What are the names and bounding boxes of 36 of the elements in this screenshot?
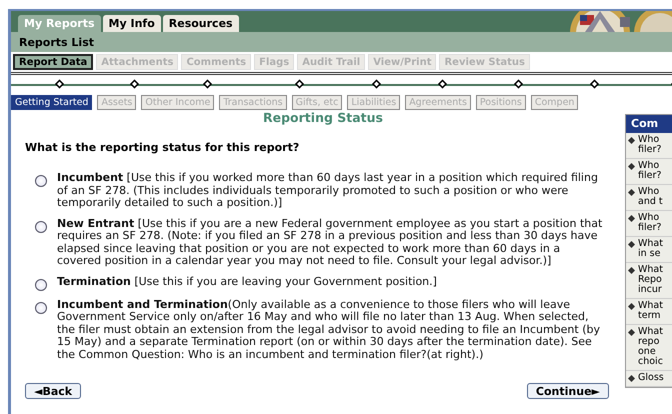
radio-button[interactable] (35, 302, 47, 314)
option-label: Incumbent and Termination(Only available as a convenience to those filers who will leave Government Service only on/after 16 May and who will file no later than 13 Aug. When selected, the filer must obtain an extension from the legal advisor to avoid needing to file an Incumbent (by 15 May) and a separate Termination report (on or within 30 days after the termination date). See the Common Question: Who is an incumbent and termination filer?(at right).) (57, 298, 601, 361)
question-link[interactable]: Who and t (638, 187, 663, 207)
question-link[interactable]: Gloss (638, 373, 664, 383)
option-label: Incumbent [Use this if you worked more than 60 days last year in a position which required filing of an SF 278. (This includes individuals temporarily promoted to such a position or who were temporarily detailed to such a position.)] (57, 172, 599, 210)
diamond-icon (628, 303, 635, 310)
radio-button[interactable] (35, 278, 47, 290)
report-tab[interactable]: Report Data (13, 54, 94, 70)
panel-title: Com (626, 115, 672, 133)
question-text: What is the reporting status for this report? (25, 141, 300, 154)
section-title: Reports List (19, 36, 94, 48)
diamond-icon (628, 329, 635, 336)
question-link[interactable]: Who filer? (638, 213, 662, 233)
radio-button[interactable] (35, 175, 47, 187)
diamond-icon (628, 137, 635, 144)
page-title: Reporting Status (262, 110, 384, 125)
question-link[interactable]: Who filer? (638, 161, 662, 181)
question-link[interactable]: What repo one choic (638, 327, 663, 367)
top-tab[interactable]: My Info (102, 15, 161, 32)
diamond-icon (628, 189, 635, 196)
diamond-icon (628, 267, 635, 274)
diamond-icon (628, 163, 635, 170)
question-link[interactable]: What Repo incur (638, 265, 663, 295)
question-link[interactable]: What term (638, 301, 663, 321)
continue-button[interactable]: Continue► (526, 383, 609, 399)
back-button[interactable]: ◄Back (25, 383, 82, 399)
radio-button[interactable] (35, 220, 47, 232)
step-tab[interactable]: Getting Started (11, 95, 92, 110)
diamond-icon (628, 241, 635, 248)
option-label: Termination [Use this if you are leaving your Government position.] (57, 276, 438, 288)
diamond-icon (628, 375, 635, 382)
question-link[interactable]: Who filer? (638, 135, 662, 155)
question-link[interactable]: What in se (638, 239, 663, 259)
option-label: New Entrant [Use this if you are a new Federal government employee as you start a position that requires an SF 278. (Note: if you filed an SF 278 in a previous position and less than 30 days have elapsed since leaving that position or you are not expected to work more than 60 days in a covered position in a calendar year you may not need to file. Consult your legal advisor.)] (57, 218, 604, 268)
top-tab[interactable]: Resources (162, 15, 239, 32)
diamond-icon (628, 215, 635, 222)
